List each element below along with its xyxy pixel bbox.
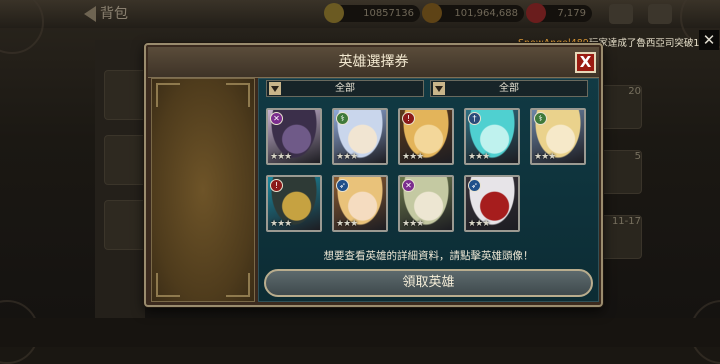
sword-icon: ✕ [402, 179, 415, 192]
star-rating: ★★★ [468, 219, 490, 229]
filter-dropdown-1[interactable]: 全部 [266, 80, 424, 97]
hero-portrait[interactable]: ➶ ★★★ [332, 175, 388, 232]
bow-icon: ➶ [336, 179, 349, 192]
hint-text: 想要查看英雄的詳細資料，請點擊英雄頭像！ [323, 250, 534, 262]
frame-ornament [226, 273, 250, 297]
star-rating: ★★★ [468, 152, 490, 162]
dialog-close-button[interactable]: X [575, 52, 596, 73]
star-rating: ★★★ [336, 152, 358, 162]
exclamation-icon: ! [270, 179, 283, 192]
back-button[interactable]: 背包 [84, 3, 140, 25]
coin-icon [422, 3, 442, 23]
hero-select-dialog: 英雄選擇券 X 全部 全部 ✕ ★★★ ⚕ ★★★! ★★★ † ★★★ ⚕ ★★★! ★★★ ➶ ★… [144, 43, 603, 307]
bottom-bar [0, 318, 720, 347]
bow-icon: ➶ [468, 179, 481, 192]
notice-message: 玩家達成了魯西亞司突破1！ [588, 38, 709, 49]
hero-preview-panel [151, 78, 255, 302]
slot-count: 5 [634, 151, 641, 162]
dropdown-arrow-icon [269, 82, 281, 95]
dagger-icon: † [468, 112, 481, 125]
claim-hero-button[interactable]: 領取英雄 [264, 269, 593, 297]
filter-dropdown-2[interactable]: 全部 [430, 80, 588, 97]
hero-portrait[interactable]: ✕ ★★★ [266, 108, 322, 165]
cross-staff-icon: ⚕ [534, 112, 547, 125]
inventory-slot[interactable]: 20 [600, 85, 642, 129]
gold-icon [324, 3, 344, 23]
hero-portrait[interactable]: † ★★★ [464, 108, 520, 165]
inventory-slot[interactable] [104, 135, 148, 185]
coin-counter: 101,964,688 [422, 3, 524, 23]
inventory-slot[interactable] [104, 70, 148, 120]
back-label: 背包 [100, 6, 128, 22]
frame-ornament [156, 83, 180, 107]
slot-count: 20 [628, 86, 641, 97]
filter-label: 全部 [499, 83, 519, 94]
dropdown-arrow-icon [433, 82, 445, 95]
star-rating: ★★★ [270, 219, 292, 229]
hero-portrait[interactable]: ✕ ★★★ [398, 175, 454, 232]
coin-value: 101,964,688 [454, 8, 518, 19]
mail-icon[interactable] [609, 4, 633, 24]
star-rating: ★★★ [402, 219, 424, 229]
back-arrow-icon [84, 6, 96, 22]
hero-portrait[interactable]: ⚕ ★★★ [530, 108, 586, 165]
chat-icon[interactable] [648, 4, 672, 24]
frame-ornament [156, 273, 180, 297]
dialog-header: 英雄選擇券 X [148, 47, 599, 78]
filter-label: 全部 [335, 83, 355, 94]
gem-icon [526, 3, 546, 23]
star-rating: ★★★ [270, 152, 292, 162]
hero-portrait[interactable]: ! ★★★ [266, 175, 322, 232]
cross-staff-icon: ⚕ [336, 112, 349, 125]
gem-value: 7,179 [557, 8, 586, 19]
inventory-slot[interactable]: 5 [600, 150, 642, 194]
exclamation-icon: ! [402, 112, 415, 125]
corner-ornament [0, 0, 44, 54]
inventory-slot[interactable]: 11-17 [600, 215, 642, 259]
frame-ornament [226, 83, 250, 107]
gold-counter: 10857136 [324, 3, 420, 23]
hero-portrait[interactable]: ➶ ★★★ [464, 175, 520, 232]
inventory-slot[interactable] [104, 200, 148, 250]
hero-portrait[interactable]: ! ★★★ [398, 108, 454, 165]
dialog-title: 英雄選擇券 [338, 54, 409, 70]
star-rating: ★★★ [534, 152, 556, 162]
sword-icon: ✕ [270, 112, 283, 125]
gold-value: 10857136 [363, 8, 414, 19]
star-rating: ★★★ [402, 152, 424, 162]
star-rating: ★★★ [336, 219, 358, 229]
hero-portrait[interactable]: ⚕ ★★★ [332, 108, 388, 165]
slot-count: 11-17 [611, 216, 641, 227]
gem-counter: 7,179 [526, 3, 592, 23]
notice-close-button[interactable]: ✕ [699, 30, 719, 50]
